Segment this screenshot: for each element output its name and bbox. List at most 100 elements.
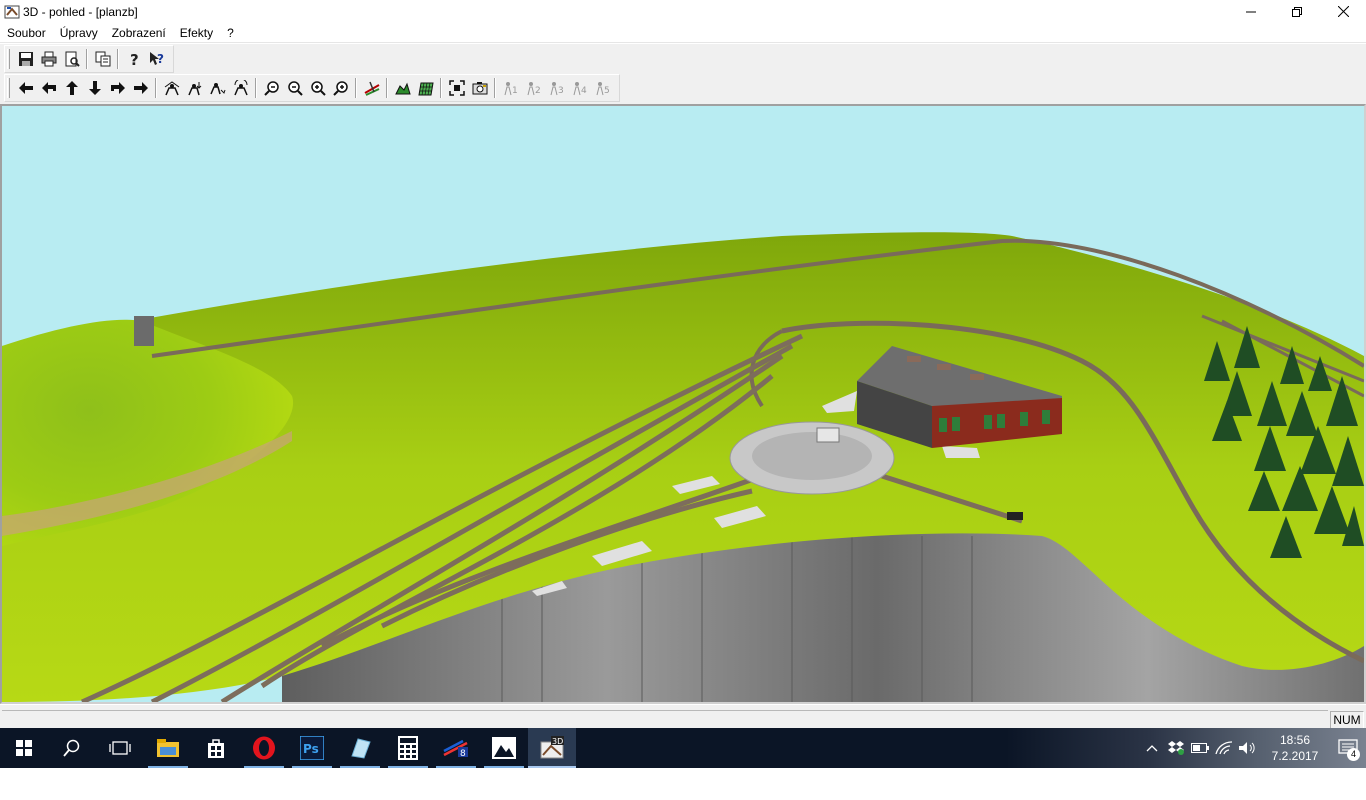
terrain-button[interactable] xyxy=(391,77,414,99)
svg-text:?: ? xyxy=(157,52,164,66)
restore-button[interactable] xyxy=(1274,0,1320,23)
toolbar-grip[interactable] xyxy=(7,49,10,69)
camera-down-icon xyxy=(187,82,201,96)
move-back-icon xyxy=(88,81,101,95)
help-button[interactable]: ? xyxy=(122,48,145,70)
start-button[interactable] xyxy=(0,728,48,768)
store-icon xyxy=(208,739,224,758)
zoom-out-button[interactable] xyxy=(260,77,283,99)
photos-icon xyxy=(492,737,516,759)
action-center-button[interactable]: 4 xyxy=(1330,728,1366,768)
search-button[interactable] xyxy=(48,728,96,768)
wifi-tray-button[interactable] xyxy=(1212,728,1236,768)
toolbar-separator xyxy=(117,49,119,69)
help-icon: ? xyxy=(130,51,139,67)
zoom-out-small-button[interactable] xyxy=(283,77,306,99)
toolbar-separator xyxy=(155,78,157,98)
volume-tray-button[interactable] xyxy=(1236,728,1260,768)
turn-right-button[interactable] xyxy=(106,77,129,99)
camera-down-button[interactable] xyxy=(183,77,206,99)
toolbar-separator xyxy=(255,78,257,98)
photos-button[interactable] xyxy=(480,728,528,768)
railway-app-button[interactable]: 8 xyxy=(432,728,480,768)
task-view-button[interactable] xyxy=(96,728,144,768)
zoom-in-small-icon xyxy=(310,81,326,96)
toolbar-separator xyxy=(355,78,357,98)
snapshot-button[interactable] xyxy=(468,77,491,99)
save-button[interactable] xyxy=(14,48,37,70)
move-forward-button[interactable] xyxy=(60,77,83,99)
locomotive xyxy=(1007,512,1023,520)
camera-3-button: 3 xyxy=(545,77,568,99)
track-button[interactable] xyxy=(360,77,383,99)
photoshop-button[interactable]: Ps xyxy=(288,728,336,768)
clock-date: 7.2.2017 xyxy=(1271,749,1319,763)
context-help-button[interactable]: ? xyxy=(145,48,168,70)
svg-text:5: 5 xyxy=(604,86,610,96)
main-toolbar: ? ? xyxy=(4,45,174,73)
camera-up-button[interactable] xyxy=(160,77,183,99)
fit-view-button[interactable] xyxy=(445,77,468,99)
toolbar-separator xyxy=(86,49,88,69)
clock[interactable]: 18:56 7.2.2017 xyxy=(1260,732,1330,764)
move-right-button[interactable] xyxy=(129,77,152,99)
toolbar-separator xyxy=(494,78,496,98)
zoom-in-icon xyxy=(332,81,348,96)
turn-left-button[interactable] xyxy=(37,77,60,99)
dropbox-tray-button[interactable] xyxy=(1164,728,1188,768)
menu-help[interactable]: ? xyxy=(220,23,241,43)
print-preview-icon xyxy=(65,51,80,67)
camera-reset-icon xyxy=(233,80,248,96)
clock-time: 18:56 xyxy=(1279,733,1311,747)
zoom-out-small-icon xyxy=(287,81,303,96)
zoom-in-button[interactable] xyxy=(329,77,352,99)
turn-left-icon xyxy=(41,82,56,94)
store-button[interactable] xyxy=(192,728,240,768)
view-toolbar: 1 2 3 4 5 xyxy=(4,74,620,102)
track-icon xyxy=(364,81,379,96)
opera-button[interactable] xyxy=(240,728,288,768)
move-back-button[interactable] xyxy=(83,77,106,99)
menu-soubor[interactable]: Soubor xyxy=(0,23,53,43)
camera-2-button: 2 xyxy=(522,77,545,99)
show-hidden-icons-button[interactable] xyxy=(1140,728,1164,768)
camera-reset-button[interactable] xyxy=(229,77,252,99)
grid-icon xyxy=(417,82,434,96)
print-preview-button[interactable] xyxy=(60,48,83,70)
menu-upravy[interactable]: Úpravy xyxy=(53,23,105,43)
notes-button[interactable] xyxy=(336,728,384,768)
snapshot-icon xyxy=(472,82,487,95)
start-icon xyxy=(16,740,32,756)
notification-badge: 4 xyxy=(1347,748,1360,761)
print-button[interactable] xyxy=(37,48,60,70)
battery-tray-button[interactable] xyxy=(1188,728,1212,768)
tunnel-portal xyxy=(134,316,154,346)
close-button[interactable] xyxy=(1320,0,1366,23)
camera-tilt-button[interactable] xyxy=(206,77,229,99)
camera-tilt-icon xyxy=(209,83,225,95)
chevron-up-icon xyxy=(1146,745,1158,752)
calculator-icon xyxy=(398,736,418,760)
grid-button[interactable] xyxy=(414,77,437,99)
minimize-button[interactable] xyxy=(1228,0,1274,23)
file-explorer-button[interactable] xyxy=(144,728,192,768)
menu-efekty[interactable]: Efekty xyxy=(173,23,220,43)
svg-text:4: 4 xyxy=(581,86,587,96)
toolbar-separator xyxy=(386,78,388,98)
3d-view-app-button[interactable]: 3D xyxy=(528,728,576,768)
zoom-in-small-button[interactable] xyxy=(306,77,329,99)
notes-icon xyxy=(351,738,371,759)
move-forward-icon xyxy=(65,81,78,95)
menu-zobrazeni[interactable]: Zobrazení xyxy=(105,23,173,43)
3d-viewport[interactable] xyxy=(0,104,1366,704)
status-message-pane xyxy=(2,710,1328,713)
camera-4-icon: 4 xyxy=(573,82,587,96)
calculator-button[interactable] xyxy=(384,728,432,768)
move-left-button[interactable] xyxy=(14,77,37,99)
photoshop-icon: Ps xyxy=(300,736,324,760)
toolbar-grip[interactable] xyxy=(7,78,10,98)
minimize-icon xyxy=(1246,11,1256,12)
copy-button[interactable] xyxy=(91,48,114,70)
restore-icon xyxy=(1292,6,1302,17)
svg-text:?: ? xyxy=(130,51,139,67)
